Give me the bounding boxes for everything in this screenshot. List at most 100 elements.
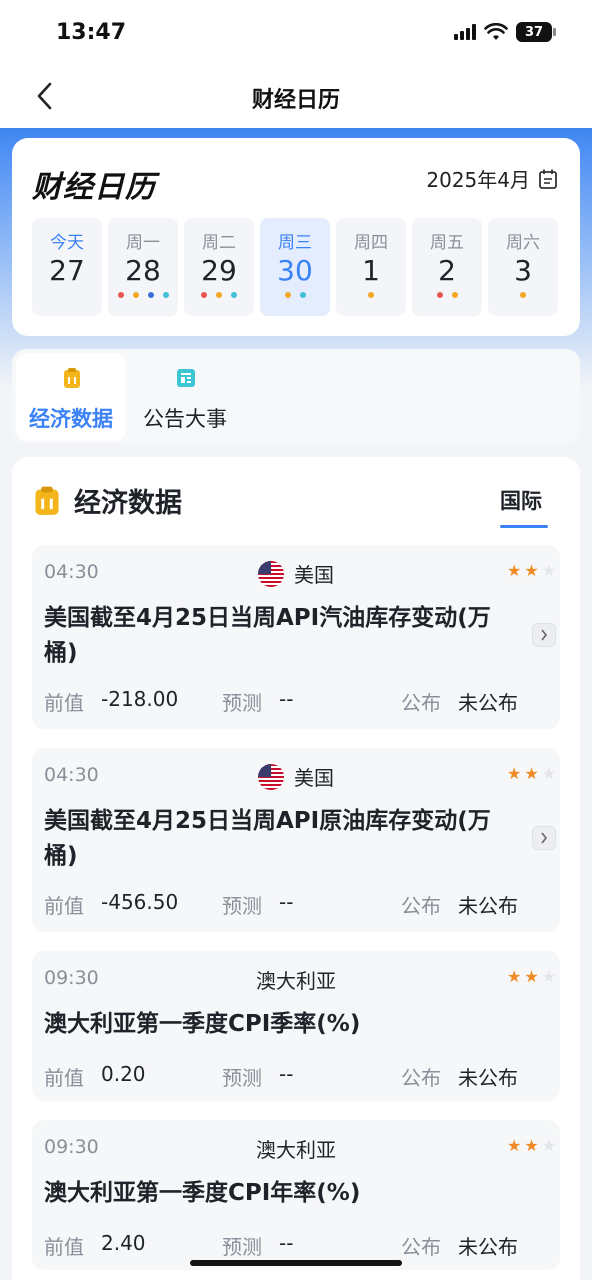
day-date: 30 <box>277 254 313 287</box>
calendar-brand-logo: 财经日历 <box>32 170 156 205</box>
tab-international[interactable]: 国际 <box>500 485 548 528</box>
status-bar: 13:47 37 <box>0 0 592 64</box>
importance-stars: ★ ★ ★ <box>507 563 556 579</box>
event-name: 澳大利亚第一季度CPI年率(%) <box>44 1180 361 1206</box>
wifi-icon <box>484 23 508 40</box>
day-weekday: 周四 <box>354 233 388 253</box>
event-dot <box>132 292 139 298</box>
home-indicator[interactable] <box>190 1260 402 1266</box>
event-dot <box>520 292 526 298</box>
forecast-value: -- <box>279 890 294 914</box>
country-name: 澳大利亚 <box>256 969 336 993</box>
star-icon: ★ <box>524 561 539 580</box>
active-tab-indicator <box>500 525 548 528</box>
event-country: 澳大利亚 <box>32 1134 560 1163</box>
event-dots <box>488 292 558 298</box>
day-date: 3 <box>514 254 532 287</box>
tab-label: 公告大事 <box>143 407 227 431</box>
event-dot <box>299 292 306 298</box>
event-name: 美国截至4月25日当周API原油库存变动(万桶) <box>44 808 491 869</box>
day-weekday: 周二 <box>202 233 236 253</box>
forecast-label: 预测 <box>222 691 262 715</box>
importance-stars: ★ ★ ★ <box>507 766 556 782</box>
forecast-label: 预测 <box>222 1066 262 1090</box>
star-icon: ★ <box>506 1136 522 1155</box>
event-dot <box>147 292 154 298</box>
event-dot <box>201 292 207 298</box>
publish-label: 公布 <box>401 894 441 918</box>
forecast-value: -- <box>279 1062 294 1086</box>
day-cell[interactable]: 周四 1 <box>336 218 406 316</box>
day-cell[interactable]: 周二 29 <box>184 218 254 316</box>
event-dots <box>412 292 482 298</box>
country-name: 澳大利亚 <box>256 1138 336 1162</box>
event-dots <box>260 292 330 298</box>
event-dot <box>162 292 169 298</box>
star-icon: ★ <box>524 764 539 783</box>
day-cell-selected[interactable]: 周三 30 <box>260 218 330 316</box>
region-tab-label: 国际 <box>500 489 542 513</box>
event-dot <box>436 292 443 298</box>
detail-button[interactable] <box>532 623 556 647</box>
country-name: 美国 <box>294 766 334 790</box>
calendar-card: 财经日历 2025年4月 今天 27 周一 28 周二 29 周三 30 周四 … <box>12 138 580 336</box>
star-icon: ★ <box>541 561 556 580</box>
star-icon: ★ <box>506 561 522 580</box>
tab-economic-data[interactable]: 经济数据 <box>16 353 126 441</box>
day-cell[interactable]: 周五 2 <box>412 218 482 316</box>
event-dot <box>216 292 222 298</box>
event-card[interactable]: 09:30 澳大利亚 ★ ★ ★ 澳大利亚第一季度CPI季率(%) 前值 0.20 … <box>32 951 560 1101</box>
day-date: 28 <box>125 254 161 287</box>
prev-value: -456.50 <box>101 890 179 914</box>
month-picker[interactable]: 2025年4月 <box>426 164 558 193</box>
star-icon: ★ <box>524 1136 539 1155</box>
event-list-card: 经济数据 国际 04:30 美国 ★ ★ ★ 美国截至4月25日当周API汽油库存变… <box>12 457 580 1280</box>
day-date: 29 <box>201 254 237 287</box>
clipboard-icon <box>35 486 59 515</box>
day-cell[interactable]: 周六 3 <box>488 218 558 316</box>
week-strip: 今天 27 周一 28 周二 29 周三 30 周四 1 周五 2 周六 3 <box>32 218 560 316</box>
day-weekday: 周六 <box>506 233 540 253</box>
publish-label: 公布 <box>401 1235 441 1259</box>
document-icon <box>177 369 195 387</box>
publish-label: 公布 <box>401 1066 441 1090</box>
country-name: 美国 <box>294 563 334 587</box>
day-cell[interactable]: 周一 28 <box>108 218 178 316</box>
month-label: 2025年4月 <box>426 168 530 192</box>
detail-button[interactable] <box>532 826 556 850</box>
publish-value: 未公布 <box>458 1235 518 1259</box>
section-title: 经济数据 <box>74 488 182 519</box>
event-dot <box>451 292 458 298</box>
day-weekday: 周一 <box>126 233 160 253</box>
event-card[interactable]: 09:30 澳大利亚 ★ ★ ★ 澳大利亚第一季度CPI年率(%) 前值 2.40 … <box>32 1120 560 1270</box>
event-card[interactable]: 04:30 美国 ★ ★ ★ 美国截至4月25日当周API原油库存变动(万桶) 前值… <box>32 748 560 932</box>
section-header: 经济数据 <box>34 481 182 520</box>
event-country: 澳大利亚 <box>32 965 560 994</box>
us-flag-icon <box>258 560 284 587</box>
event-dot <box>231 292 237 298</box>
page-title: 财经日历 <box>251 88 340 113</box>
event-dots <box>184 292 254 298</box>
day-cell[interactable]: 今天 27 <box>32 218 102 316</box>
event-card[interactable]: 04:30 美国 ★ ★ ★ 美国截至4月25日当周API汽油库存变动(万桶) 前值… <box>32 545 560 729</box>
us-flag-icon <box>258 763 284 790</box>
publish-value: 未公布 <box>458 1066 518 1090</box>
calendar-icon <box>539 169 557 189</box>
day-weekday: 周三 <box>278 233 312 253</box>
day-date: 2 <box>438 254 456 287</box>
publish-value: 未公布 <box>458 894 518 918</box>
prev-value: 2.40 <box>101 1231 146 1255</box>
star-icon: ★ <box>506 764 522 783</box>
event-dot <box>368 292 374 298</box>
day-weekday: 周五 <box>430 233 464 253</box>
chevron-right-icon <box>541 629 548 641</box>
star-icon: ★ <box>524 967 539 986</box>
publish-label: 公布 <box>401 691 441 715</box>
event-country: 美国 <box>32 559 560 588</box>
event-country: 美国 <box>32 762 560 791</box>
event-dots <box>108 292 178 298</box>
prev-value: 0.20 <box>101 1062 146 1086</box>
tab-announcements[interactable]: 公告大事 <box>130 353 240 441</box>
tab-label: 经济数据 <box>29 407 113 431</box>
importance-stars: ★ ★ ★ <box>507 1138 556 1154</box>
